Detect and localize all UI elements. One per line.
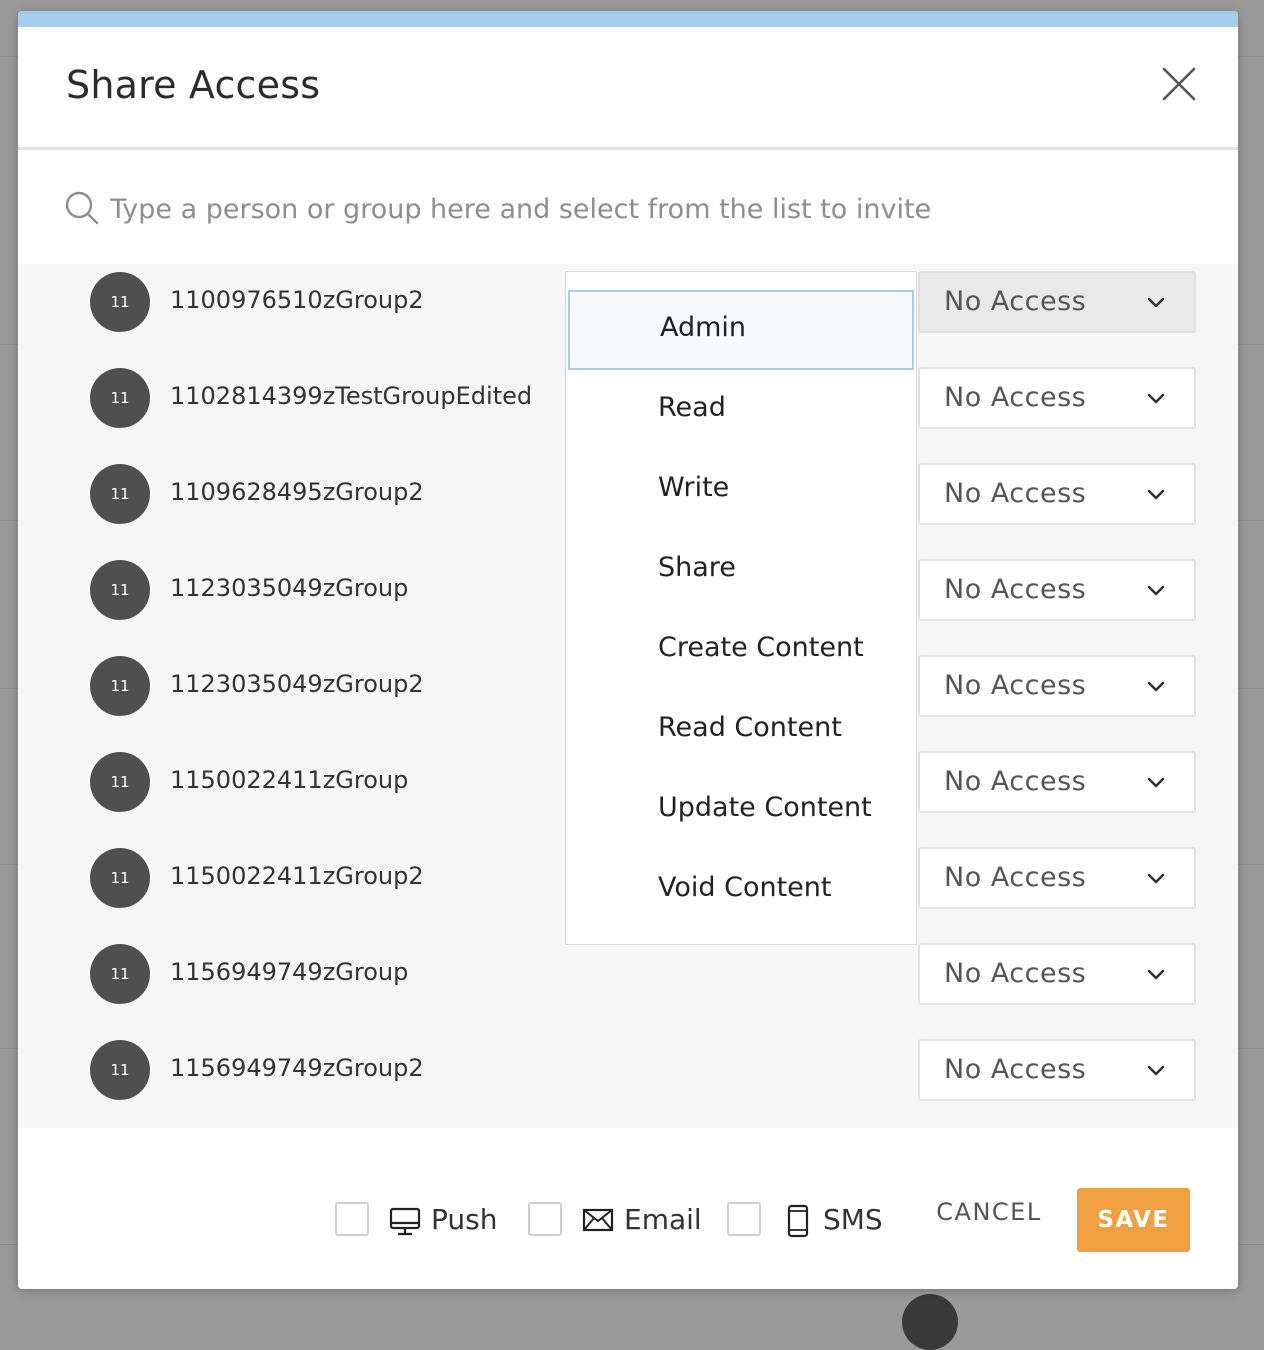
group-avatar: 11: [90, 464, 150, 524]
access-option-label: Read: [658, 392, 726, 423]
access-level-value: No Access: [944, 382, 1087, 413]
access-option[interactable]: Share: [566, 530, 916, 610]
group-avatar: 11: [90, 656, 150, 716]
access-level-select[interactable]: No Access: [918, 847, 1196, 909]
access-option[interactable]: Read: [566, 370, 916, 450]
push-label: Push: [431, 1203, 498, 1236]
group-avatar: 11: [90, 848, 150, 908]
group-name: 1150022411zGroup: [170, 766, 409, 794]
access-level-select[interactable]: No Access: [918, 271, 1196, 333]
push-checkbox[interactable]: [335, 1202, 369, 1236]
access-option-label: Read Content: [658, 712, 842, 743]
access-level-value: No Access: [944, 766, 1087, 797]
share-access-dialog: Share Access 11 1100976510zGroup2 No Acces…: [18, 11, 1238, 1289]
search-input[interactable]: [108, 184, 1112, 234]
dialog-accent-bar: [18, 11, 1238, 27]
chevron-down-icon: [1147, 585, 1165, 596]
chevron-down-icon: [1147, 489, 1165, 500]
access-option-label: Update Content: [658, 792, 872, 823]
group-name: 1102814399zTestGroupEdited: [170, 382, 533, 410]
group-name: 1123035049zGroup2: [170, 670, 424, 698]
sms-checkbox[interactable]: [727, 1202, 761, 1236]
group-name: 1156949749zGroup2: [170, 1054, 424, 1082]
sms-label: SMS: [823, 1203, 883, 1236]
email-label: Email: [624, 1203, 702, 1236]
access-option[interactable]: Create Content: [566, 610, 916, 690]
access-level-value: No Access: [944, 478, 1087, 509]
access-level-select[interactable]: No Access: [918, 751, 1196, 813]
group-name: 1156949749zGroup: [170, 958, 409, 986]
group-avatar: 11: [90, 272, 150, 332]
access-level-select[interactable]: No Access: [918, 1039, 1196, 1101]
access-level-value: No Access: [944, 670, 1087, 701]
chevron-down-icon: [1147, 873, 1165, 884]
group-avatar: 11: [90, 368, 150, 428]
access-level-value: No Access: [944, 862, 1087, 893]
search-icon: [65, 191, 99, 225]
access-option[interactable]: Write: [566, 450, 916, 530]
group-avatar: 11: [90, 1040, 150, 1100]
access-option-label: Void Content: [658, 872, 832, 903]
email-checkbox[interactable]: [528, 1202, 562, 1236]
access-option-label: Write: [658, 472, 730, 503]
access-level-value: No Access: [944, 574, 1087, 605]
access-option[interactable]: Admin: [568, 290, 914, 370]
group-avatar: 11: [90, 560, 150, 620]
access-level-select[interactable]: No Access: [918, 943, 1196, 1005]
close-button[interactable]: [1160, 65, 1198, 103]
access-level-select[interactable]: No Access: [918, 367, 1196, 429]
monitor-icon: [389, 1207, 421, 1236]
dialog-footer: Push Email SMS CANCEL SAVE: [18, 1128, 1238, 1289]
background-avatar: [902, 1294, 958, 1350]
chevron-down-icon: [1147, 393, 1165, 404]
group-name: 1100976510zGroup2: [170, 286, 424, 314]
phone-icon: [787, 1204, 809, 1238]
access-option[interactable]: Read Content: [566, 690, 916, 770]
access-level-value: No Access: [944, 1054, 1087, 1085]
access-level-value: No Access: [944, 286, 1087, 317]
dialog-title: Share Access: [66, 63, 321, 107]
group-avatar: 11: [90, 752, 150, 812]
group-name: 1123035049zGroup: [170, 574, 409, 602]
chevron-down-icon: [1147, 1065, 1165, 1076]
access-option[interactable]: Void Content: [566, 850, 916, 930]
group-avatar: 11: [90, 944, 150, 1004]
chevron-down-icon: [1147, 777, 1165, 788]
group-row: 11 1156949749zGroup No Access: [18, 936, 1238, 1032]
access-option-label: Admin: [660, 312, 747, 343]
access-level-select[interactable]: No Access: [918, 463, 1196, 525]
envelope-icon: [582, 1208, 614, 1232]
chevron-down-icon: [1147, 681, 1165, 692]
group-name: 1150022411zGroup2: [170, 862, 424, 890]
group-row: 11 1156949749zGroup2 No Access: [18, 1032, 1238, 1128]
group-name: 1109628495zGroup2: [170, 478, 424, 506]
access-level-menu: Admin Read Write Share Create Content Read Co…: [565, 271, 917, 945]
cancel-button[interactable]: CANCEL: [924, 1192, 1054, 1232]
save-button[interactable]: SAVE: [1077, 1188, 1190, 1252]
access-level-select[interactable]: No Access: [918, 559, 1196, 621]
chevron-down-icon: [1147, 969, 1165, 980]
access-option-label: Create Content: [658, 632, 864, 663]
search-bar: [18, 150, 1238, 264]
access-level-value: No Access: [944, 958, 1087, 989]
access-option[interactable]: Update Content: [566, 770, 916, 850]
chevron-down-icon: [1147, 297, 1165, 308]
access-level-select[interactable]: No Access: [918, 655, 1196, 717]
access-option-label: Share: [658, 552, 736, 583]
close-icon: [1162, 67, 1196, 101]
